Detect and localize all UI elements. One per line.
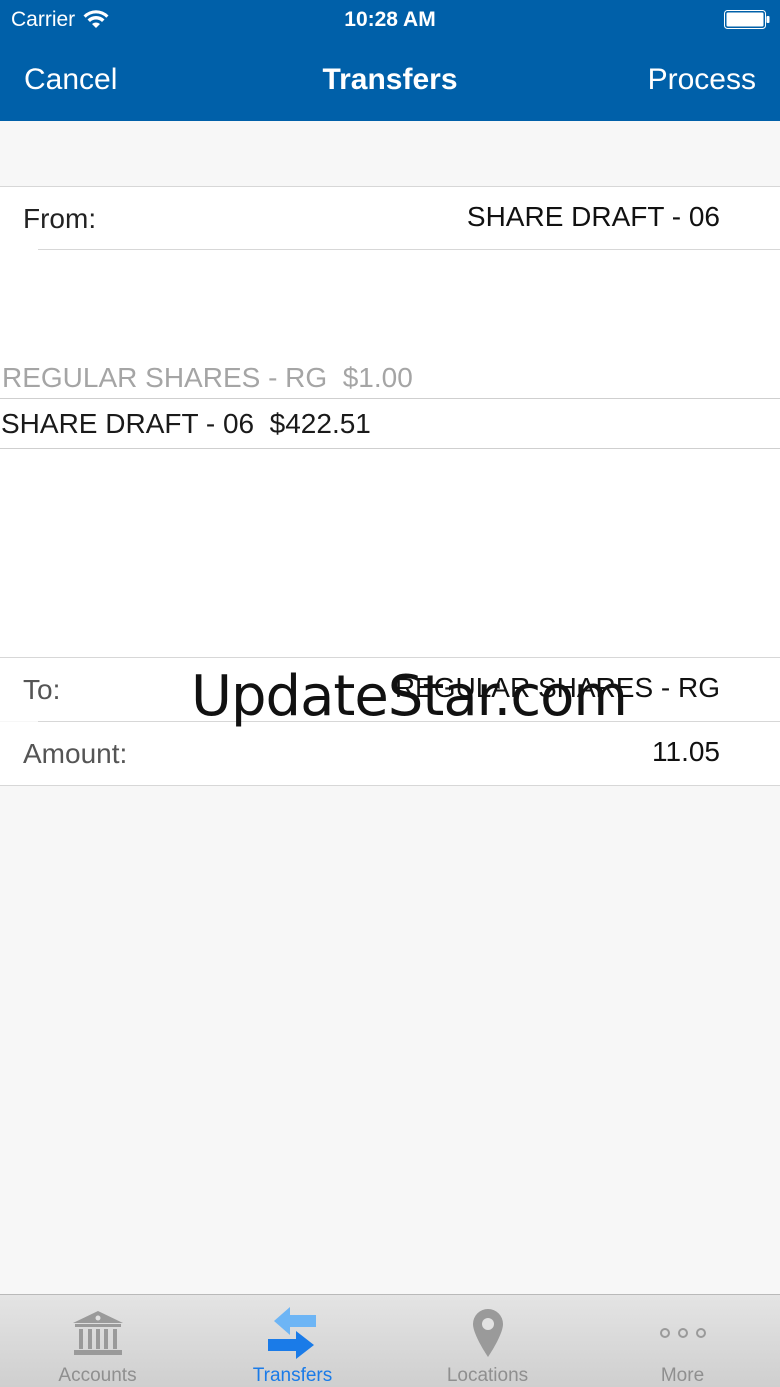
picker-selection-bottom-line: [0, 448, 780, 449]
battery-icon: [724, 10, 770, 29]
account-picker[interactable]: REGULAR SHARES - RG $1.00 SHARE DRAFT - …: [0, 250, 780, 657]
to-label: To:: [23, 674, 61, 705]
from-label: From:: [23, 203, 97, 234]
amount-value: 11.05: [652, 736, 720, 767]
bank-icon: [0, 1305, 195, 1361]
process-button[interactable]: Process: [648, 63, 756, 97]
amount-row[interactable]: Amount: 11.05: [0, 722, 780, 786]
to-account-row[interactable]: To: REGULAR SHARES - RG: [0, 657, 780, 721]
tab-transfers[interactable]: Transfers: [195, 1295, 390, 1387]
picker-selection-top-line: [0, 398, 780, 399]
picker-option-share-draft[interactable]: SHARE DRAFT - 06 $422.51: [1, 408, 371, 440]
tab-label: Transfers: [252, 1365, 333, 1386]
to-value: REGULAR SHARES - RG: [394, 672, 720, 703]
transfer-arrows-icon: [195, 1305, 390, 1361]
cancel-button[interactable]: Cancel: [24, 63, 117, 97]
tab-accounts[interactable]: Accounts: [0, 1295, 195, 1387]
more-dots-icon: [585, 1305, 780, 1361]
amount-label: Amount:: [23, 738, 128, 769]
tab-locations[interactable]: Locations: [390, 1295, 585, 1387]
tab-label: Accounts: [58, 1365, 137, 1386]
from-value: SHARE DRAFT - 06: [466, 201, 720, 232]
tab-label: Locations: [446, 1365, 529, 1386]
app-header: Carrier 10:28 AM Cancel Transfers Proces…: [0, 0, 780, 121]
from-account-row[interactable]: From: SHARE DRAFT - 06: [0, 186, 780, 250]
status-bar: Carrier 10:28 AM: [0, 0, 780, 40]
status-time: 10:28 AM: [344, 8, 436, 31]
tab-more[interactable]: More: [585, 1295, 780, 1387]
location-pin-icon: [390, 1305, 585, 1361]
picker-option-regular-shares[interactable]: REGULAR SHARES - RG $1.00: [2, 362, 413, 394]
tab-label: More: [660, 1365, 705, 1386]
tab-bar: Accounts Transfers Locations More: [0, 1294, 780, 1387]
navigation-bar: Cancel Transfers Process: [0, 40, 780, 121]
